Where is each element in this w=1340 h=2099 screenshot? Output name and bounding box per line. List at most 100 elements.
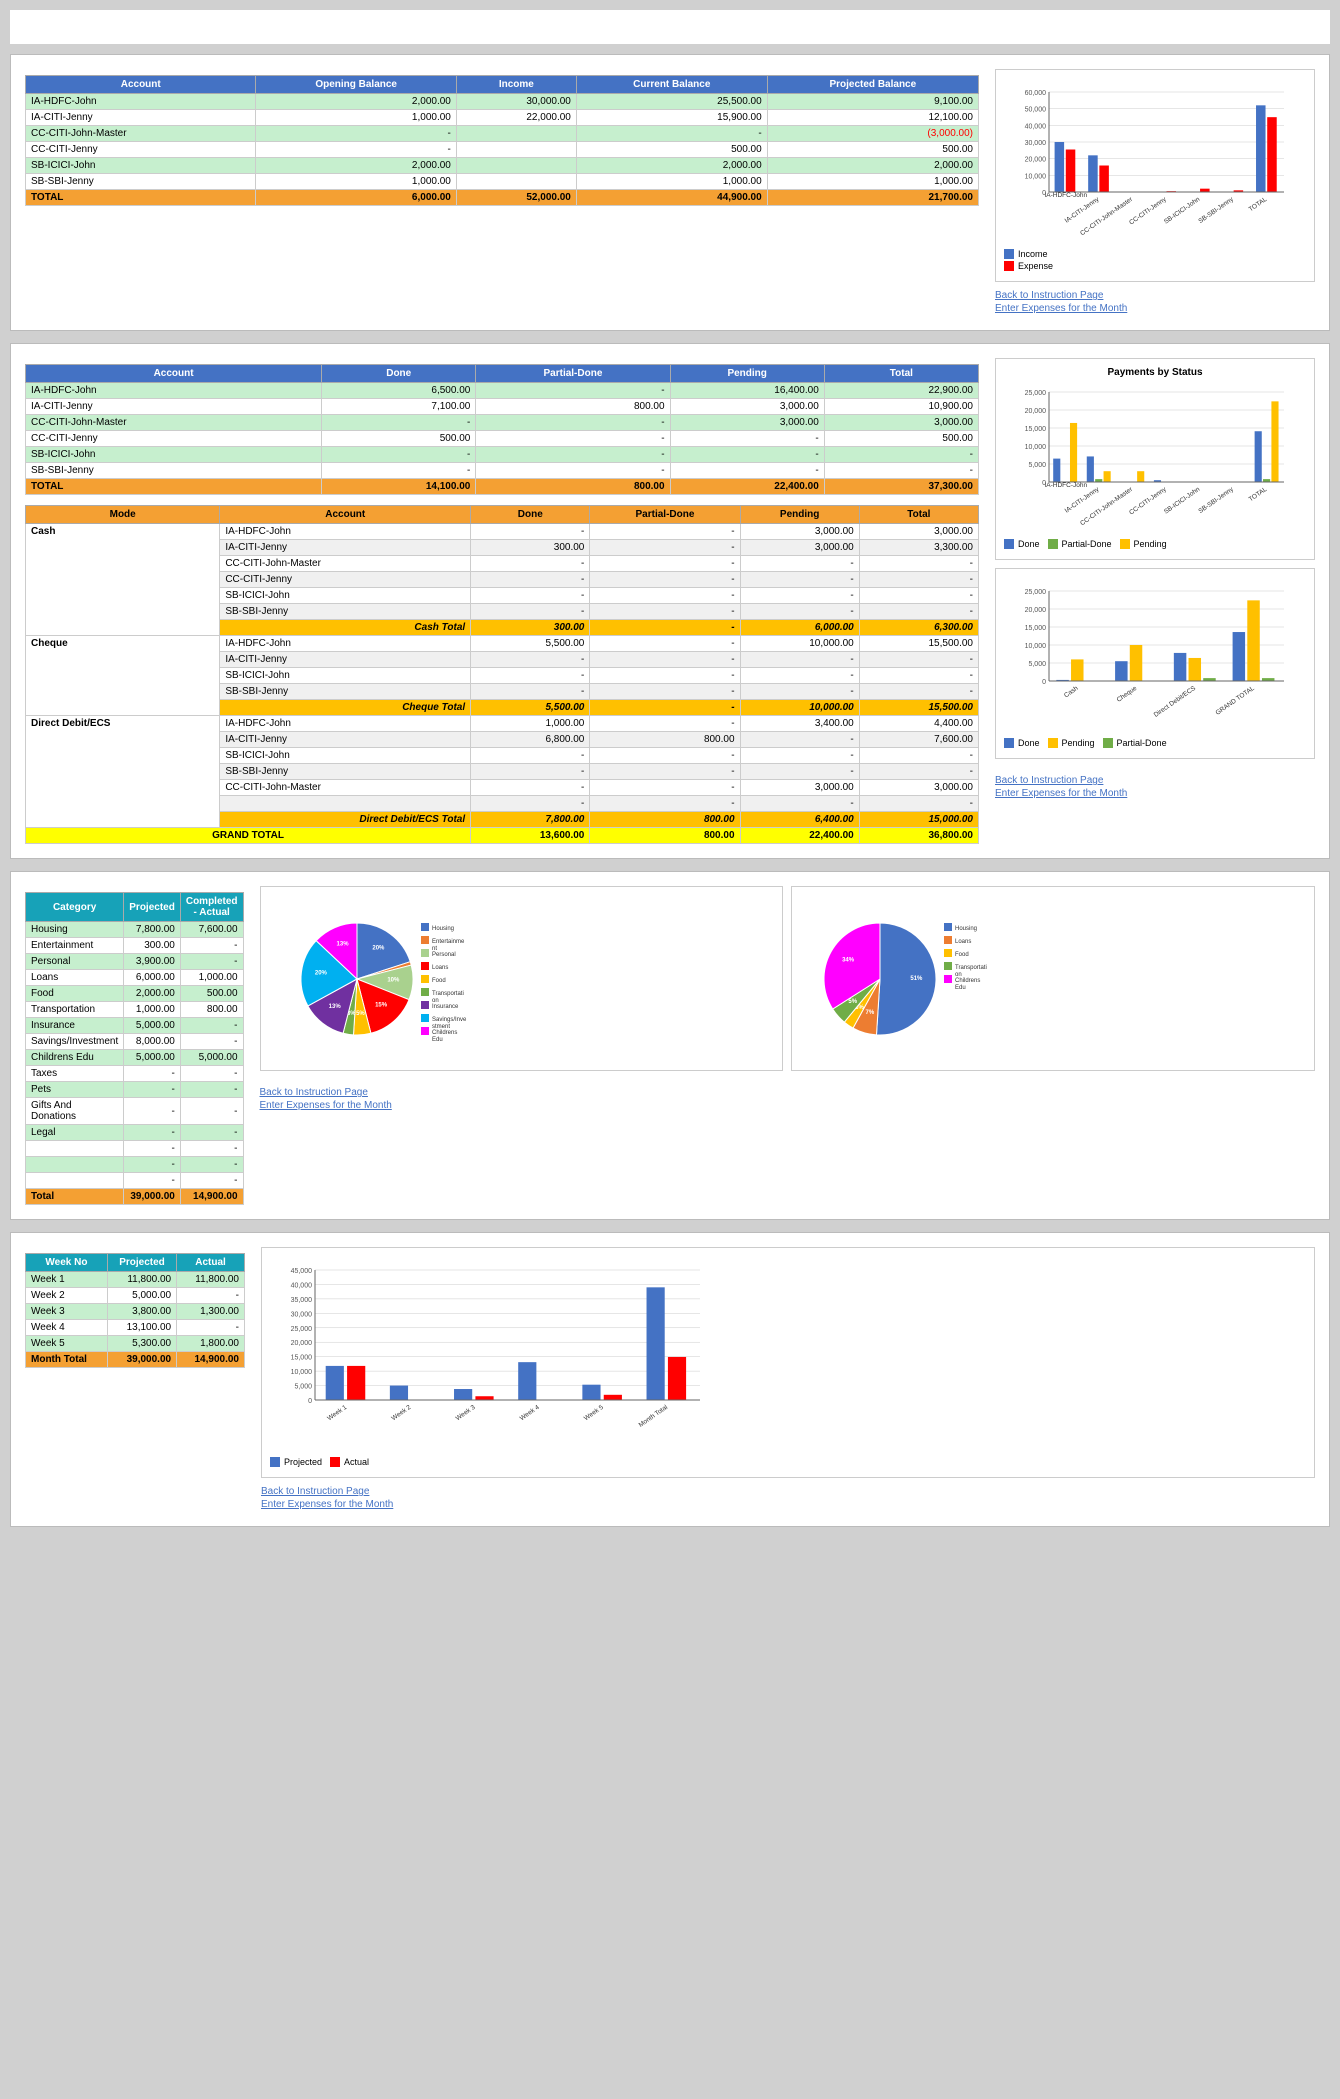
break-sub-total: 15,000.00 xyxy=(859,812,978,828)
cat-row-actual: 800.00 xyxy=(180,1002,243,1018)
break-pending: - xyxy=(740,572,859,588)
summary-row-account: CC-CITI-Jenny xyxy=(26,142,256,158)
break-total: - xyxy=(859,572,978,588)
svg-text:5,000: 5,000 xyxy=(1028,661,1046,668)
break-mode-label: Direct Debit/ECS xyxy=(26,716,220,828)
summary-row-projected: 21,700.00 xyxy=(767,190,978,206)
pay-row-account: SB-SBI-Jenny xyxy=(26,463,322,479)
payments-table: Account Done Partial-Done Pending Total … xyxy=(25,364,979,495)
svg-text:13%: 13% xyxy=(328,1004,341,1010)
break-col-total: Total xyxy=(859,506,978,524)
break-mode-label: Cash xyxy=(26,524,220,636)
break-subtotal-label: Cash Total xyxy=(220,620,471,636)
pay-row-total: 10,900.00 xyxy=(824,399,978,415)
pending-legend: Pending xyxy=(1120,539,1167,549)
summary-link-back[interactable]: Back to Instruction Page xyxy=(995,290,1315,301)
pay-row-pending: 16,400.00 xyxy=(670,383,824,399)
pay-row-total: 37,300.00 xyxy=(824,479,978,495)
svg-text:Food: Food xyxy=(955,952,969,958)
break-acct: SB-ICICI-John xyxy=(220,668,471,684)
break-total: 3,000.00 xyxy=(859,780,978,796)
cat-row-actual: - xyxy=(180,938,243,954)
cat-row-cat: Legal xyxy=(26,1125,124,1141)
summary-row-projected: 9,100.00 xyxy=(767,94,978,110)
break-sub-partial: - xyxy=(590,700,740,716)
pay-row-done: 6,500.00 xyxy=(322,383,476,399)
pie-actual-box: 51%7%3%5%34%HousingLoansFoodTransportati… xyxy=(791,886,1315,1071)
pay-row-partial: - xyxy=(476,383,670,399)
summary-row-account: SB-SBI-Jenny xyxy=(26,174,256,190)
svg-text:60,000: 60,000 xyxy=(1025,90,1047,97)
proj-legend-label: Projected xyxy=(284,1457,322,1467)
break-sub-total: 6,300.00 xyxy=(859,620,978,636)
svg-text:SB-SBI-Jenny: SB-SBI-Jenny xyxy=(1197,195,1235,225)
category-link-enter[interactable]: Enter Expenses for the Month xyxy=(260,1100,1315,1111)
svg-text:IA-HDFC-John: IA-HDFC-John xyxy=(1044,482,1087,489)
pay-row-account: IA-HDFC-John xyxy=(26,383,322,399)
pending-legend2: Pending xyxy=(1048,738,1095,748)
svg-text:Childrens: Childrens xyxy=(432,1030,457,1036)
cat-row-cat: Transportation xyxy=(26,1002,124,1018)
svg-text:15,000: 15,000 xyxy=(291,1355,313,1362)
break-acct: SB-SBI-Jenny xyxy=(220,604,471,620)
payments-left: Account Done Partial-Done Pending Total … xyxy=(25,358,979,844)
svg-text:5%: 5% xyxy=(849,999,858,1005)
week-row-proj: 5,000.00 xyxy=(107,1288,176,1304)
category-right: 20%10%15%5%3%13%20%13%HousingEntertainme… xyxy=(260,886,1315,1205)
svg-text:Personal: Personal xyxy=(432,952,456,958)
payments-link-enter[interactable]: Enter Expenses for the Month xyxy=(995,788,1315,799)
pending-legend-box xyxy=(1120,539,1130,549)
break-done: 5,500.00 xyxy=(471,636,590,652)
cat-row-cat: Food xyxy=(26,986,124,1002)
done-legend: Done xyxy=(1004,539,1040,549)
category-link-back[interactable]: Back to Instruction Page xyxy=(260,1087,1315,1098)
svg-text:10,000: 10,000 xyxy=(1025,444,1047,451)
pending-legend2-label: Pending xyxy=(1062,738,1095,748)
week-link-enter[interactable]: Enter Expenses for the Month xyxy=(261,1499,1315,1510)
summary-link-enter[interactable]: Enter Expenses for the Month xyxy=(995,303,1315,314)
pay-row-done: - xyxy=(322,463,476,479)
break-acct: CC-CITI-John-Master xyxy=(220,556,471,572)
pay-row-total: - xyxy=(824,463,978,479)
summary-row-projected: (3,000.00) xyxy=(767,126,978,142)
cat-row-cat: Savings/Investment xyxy=(26,1034,124,1050)
pay-row-partial: - xyxy=(476,415,670,431)
break-acct: SB-SBI-Jenny xyxy=(220,764,471,780)
break-acct: IA-CITI-Jenny xyxy=(220,732,471,748)
cat-row-cat: Pets xyxy=(26,1082,124,1098)
break-col-done: Done xyxy=(471,506,590,524)
svg-text:SB-ICICI-John: SB-ICICI-John xyxy=(1163,486,1202,516)
svg-text:5,000: 5,000 xyxy=(1028,462,1046,469)
break-total: - xyxy=(859,668,978,684)
section-payments: Account Done Partial-Done Pending Total … xyxy=(10,343,1330,859)
cat-row-actual: 7,600.00 xyxy=(180,922,243,938)
break-partial: - xyxy=(590,540,740,556)
break-sub-done: 300.00 xyxy=(471,620,590,636)
summary-row-current: 15,900.00 xyxy=(576,110,767,126)
week-link-back[interactable]: Back to Instruction Page xyxy=(261,1486,1315,1497)
cat-row-actual: - xyxy=(180,1066,243,1082)
summary-row-income: 22,000.00 xyxy=(456,110,576,126)
cat-total-label: Total xyxy=(26,1189,124,1205)
payments-link-back[interactable]: Back to Instruction Page xyxy=(995,775,1315,786)
partial-legend-box xyxy=(1048,539,1058,549)
cat-total-actual: 14,900.00 xyxy=(180,1189,243,1205)
week-chart-box: 05,00010,00015,00020,00025,00030,00035,0… xyxy=(261,1247,1315,1478)
pay-row-pending: 22,400.00 xyxy=(670,479,824,495)
week-table: Week No Projected Actual Week 1 11,800.0… xyxy=(25,1253,245,1368)
pay-row-pending: - xyxy=(670,463,824,479)
break-pending: - xyxy=(740,652,859,668)
svg-text:Week 5: Week 5 xyxy=(583,1404,605,1423)
svg-text:40,000: 40,000 xyxy=(291,1282,313,1289)
summary-row-current: 25,500.00 xyxy=(576,94,767,110)
summary-col-opening: Opening Balance xyxy=(256,76,456,94)
week-right: 05,00010,00015,00020,00025,00030,00035,0… xyxy=(261,1247,1315,1512)
break-total: - xyxy=(859,796,978,812)
svg-text:20,000: 20,000 xyxy=(1025,157,1047,164)
cat-row-cat: Insurance xyxy=(26,1018,124,1034)
break-sub-pending: 10,000.00 xyxy=(740,700,859,716)
summary-row-account: TOTAL xyxy=(26,190,256,206)
summary-row-opening: 2,000.00 xyxy=(256,94,456,110)
pending-legend2-box xyxy=(1048,738,1058,748)
break-subtotal-label: Direct Debit/ECS Total xyxy=(220,812,471,828)
